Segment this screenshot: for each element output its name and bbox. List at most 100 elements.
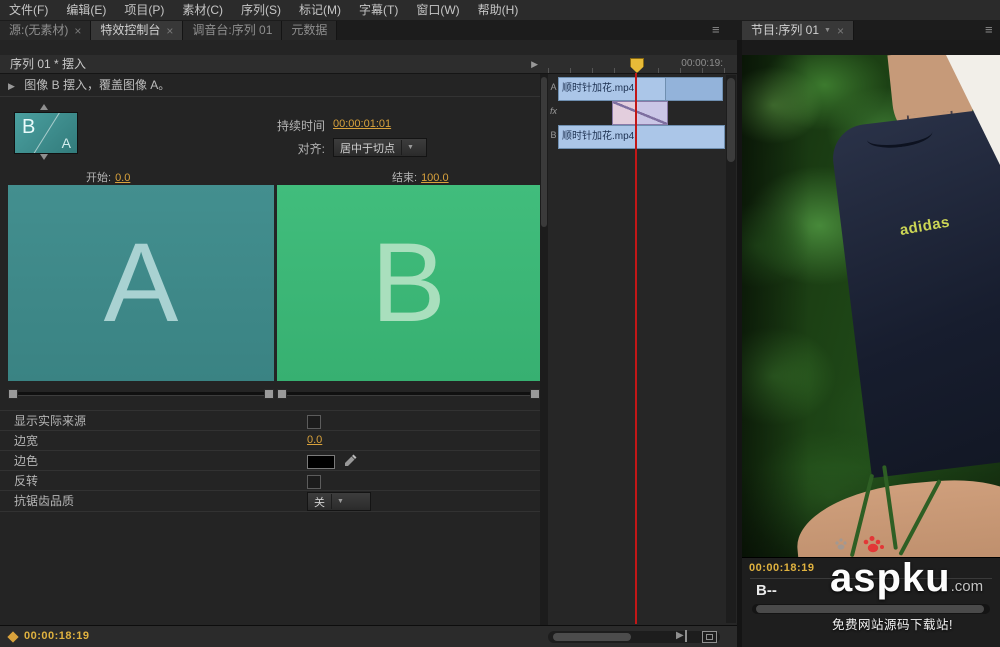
shirt-logo-text: adidas: [898, 213, 952, 240]
effect-header: 序列 01 * 摆入 ▶: [0, 55, 548, 74]
tab-audio-mixer[interactable]: 调音台:序列 01: [183, 21, 283, 40]
menu-help[interactable]: 帮助(H): [469, 0, 528, 20]
chevron-down-icon[interactable]: ▼: [824, 21, 831, 40]
slider-groove: [8, 392, 274, 396]
scrollbar-thumb[interactable]: [727, 78, 735, 162]
menu-edit[interactable]: 编辑(E): [57, 0, 115, 20]
effect-controls-panel: 序列 01 * 摆入 ▶ ▶ 图像 B 摆入，覆盖图像 A。 B A 持续时间 …: [0, 40, 548, 625]
clip-track-a[interactable]: 顺时针加花.mp4: [558, 77, 723, 101]
antialias-value: 关: [314, 496, 325, 509]
menu-project[interactable]: 项目(P): [115, 0, 173, 20]
close-icon[interactable]: ×: [837, 25, 844, 37]
border-width-label: 边宽: [14, 434, 39, 448]
chevron-down-icon: ▼: [331, 494, 349, 509]
tab-metadata-label: 元数据: [291, 23, 328, 37]
preview-b-letter: B: [371, 220, 446, 345]
scrollbar-thumb[interactable]: [541, 77, 547, 227]
slider-handle[interactable]: [264, 389, 274, 399]
tab-program[interactable]: 节目:序列 01 ▼ ×: [742, 21, 854, 40]
preview-a[interactable]: A: [8, 185, 274, 381]
program-video: adidas: [742, 55, 1000, 557]
shirt-collar: [865, 120, 934, 152]
slider-handle[interactable]: [277, 389, 287, 399]
menu-title[interactable]: 字幕(T): [350, 0, 407, 20]
thumb-letter-a: A: [61, 135, 71, 151]
effect-header-title: 序列 01 * 摆入: [10, 57, 87, 71]
clip-name: 顺时针加花.mp4: [562, 131, 635, 142]
border-color-label: 边色: [14, 454, 39, 468]
tab-audio-mixer-label: 调音台:序列 01: [192, 23, 273, 37]
thumb-marker-bottom: [40, 154, 48, 160]
slider-groove: [277, 392, 540, 396]
effect-panel-scrollbar[interactable]: [540, 74, 548, 625]
expand-icon[interactable]: ▶: [531, 55, 538, 73]
slider-handle[interactable]: [530, 389, 540, 399]
effect-description: 图像 B 摆入，覆盖图像 A。: [24, 78, 171, 92]
program-timecode[interactable]: 00:00:18:19: [749, 562, 814, 574]
transition-clip[interactable]: [612, 101, 668, 125]
chevron-down-icon: ▼: [401, 140, 419, 155]
reverse-label: 反转: [14, 474, 39, 488]
slider-handle[interactable]: [8, 389, 18, 399]
show-sources-checkbox[interactable]: [307, 415, 321, 429]
menu-window[interactable]: 窗口(W): [407, 0, 468, 20]
timeline-hscrollbar[interactable]: [548, 631, 720, 643]
menu-sequence[interactable]: 序列(S): [232, 0, 290, 20]
status-bar: 00:00:18:19 ▶: [0, 625, 737, 647]
row-antialias: 抗锯齿品质 关 ▼: [0, 490, 540, 512]
row-border-width: 边宽 0.0: [0, 430, 540, 451]
preview-b[interactable]: B: [277, 185, 540, 381]
menu-clip[interactable]: 素材(C): [173, 0, 232, 20]
row-show-actual-sources: 显示实际来源: [0, 410, 540, 431]
reverse-checkbox[interactable]: [307, 475, 321, 489]
timecode-icon: [7, 631, 19, 643]
start-percent: 开始: 0.0: [86, 169, 130, 185]
panel-tab-bar: 源:(无素材) × 特效控制台 × 调音台:序列 01 元数据 ≡ 节目:序列 …: [0, 20, 1000, 40]
twirl-icon[interactable]: ▶: [0, 75, 21, 97]
show-sources-label: 显示实际来源: [14, 414, 87, 428]
thumb-marker-top: [40, 104, 48, 110]
watermark-tagline: 免费网站源码下载站!: [832, 618, 953, 632]
watermark: aspku.com 免费网站源码下载站!: [824, 532, 1000, 642]
start-label: 开始:: [86, 172, 112, 184]
transition-thumbnail[interactable]: B A: [14, 112, 78, 154]
row-border-color: 边色: [0, 450, 540, 471]
border-width-value[interactable]: 0.0: [307, 434, 322, 446]
start-value[interactable]: 0.0: [115, 172, 130, 184]
end-value[interactable]: 100.0: [421, 172, 449, 184]
tab-source-label: 源:(无素材): [9, 23, 69, 37]
panel-menu-icon[interactable]: ≡: [712, 22, 720, 37]
effect-description-row: ▶ 图像 B 摆入，覆盖图像 A。: [0, 74, 548, 97]
tab-source[interactable]: 源:(无素材) ×: [0, 21, 92, 40]
start-slider[interactable]: [8, 389, 274, 399]
premiere-window: 文件(F) 编辑(E) 项目(P) 素材(C) 序列(S) 标记(M) 字幕(T…: [0, 0, 1000, 647]
menu-file[interactable]: 文件(F): [0, 0, 57, 20]
export-frame-icon[interactable]: [702, 631, 717, 643]
play-icon[interactable]: ▶: [676, 630, 687, 642]
align-label: 对齐:: [297, 142, 325, 156]
watermark-suffix: .com: [950, 578, 984, 595]
preview-a-letter: A: [103, 220, 179, 345]
tab-effect-controls-label: 特效控制台: [100, 23, 161, 37]
marker-label: B--: [756, 582, 777, 599]
current-timecode[interactable]: 00:00:18:19: [24, 630, 89, 642]
align-select[interactable]: 居中于切点 ▼: [333, 138, 427, 157]
timeline-scrollbar[interactable]: [726, 75, 736, 623]
thumb-letter-b: B: [22, 116, 36, 138]
end-percent: 结束: 100.0: [392, 169, 449, 185]
tab-effect-controls[interactable]: 特效控制台 ×: [91, 21, 184, 40]
tab-metadata[interactable]: 元数据: [282, 21, 338, 40]
panel-menu-icon[interactable]: ≡: [985, 22, 993, 37]
eyedropper-icon[interactable]: [344, 453, 358, 467]
menu-marker[interactable]: 标记(M): [290, 0, 350, 20]
scrollbar-thumb[interactable]: [553, 633, 631, 641]
clip-track-b[interactable]: 顺时针加花.mp4: [558, 125, 725, 149]
close-icon[interactable]: ×: [74, 25, 81, 37]
export-frame-inner: [706, 634, 713, 640]
end-slider[interactable]: [277, 389, 540, 399]
duration-value[interactable]: 00:00:01:01: [333, 118, 391, 130]
close-icon[interactable]: ×: [166, 25, 173, 37]
track-fx-label: fx: [549, 106, 557, 116]
color-swatch[interactable]: [307, 455, 335, 469]
antialias-select[interactable]: 关 ▼: [307, 492, 371, 511]
